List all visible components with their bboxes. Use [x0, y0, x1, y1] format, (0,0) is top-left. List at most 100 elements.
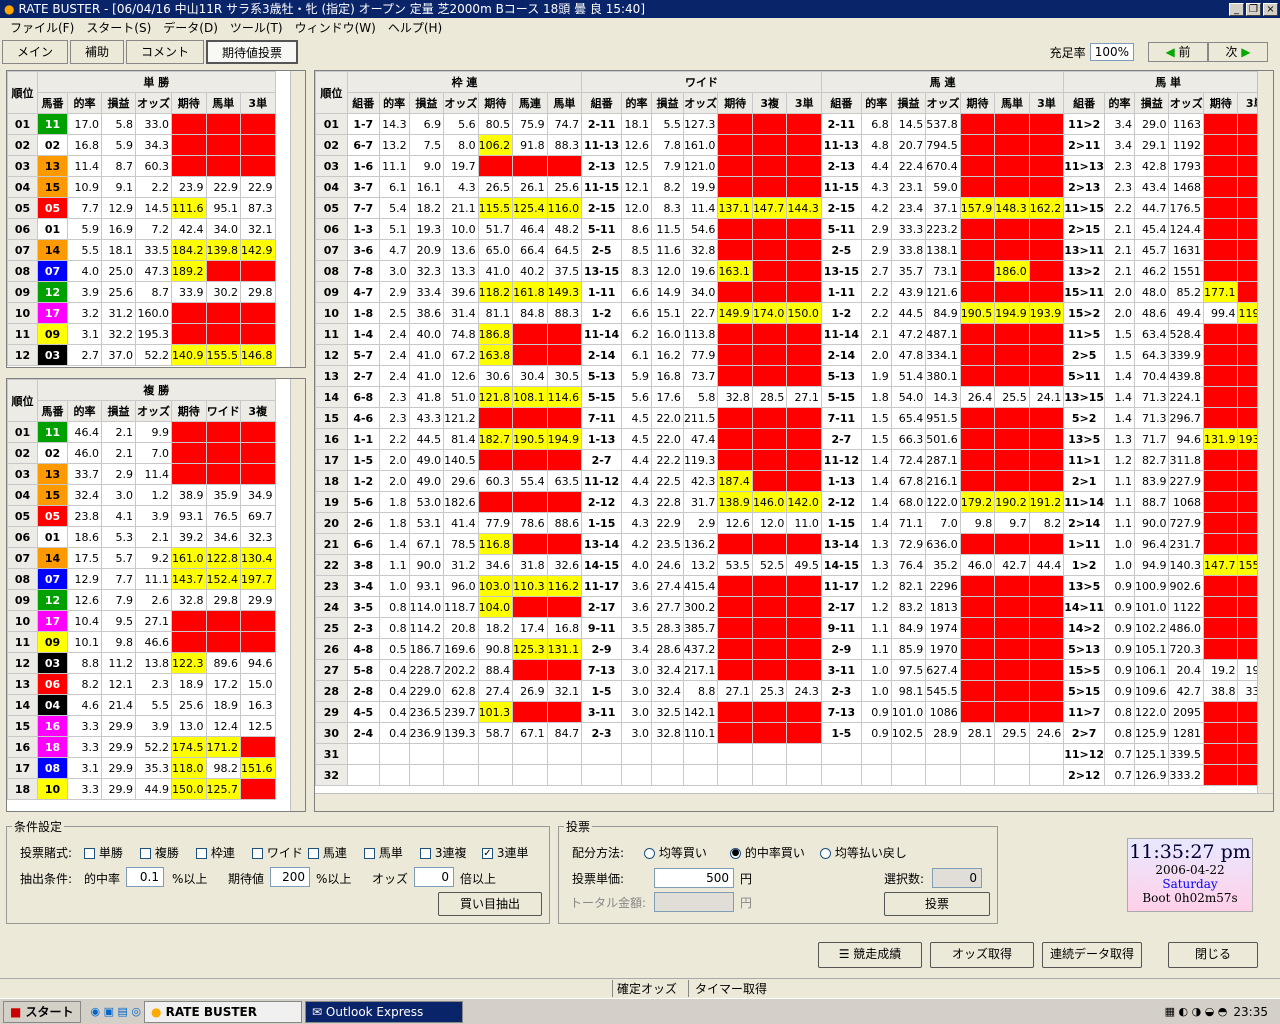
table-row[interactable]: 17 08 3.1 29.9 35.3 118.0 98.2 151.6	[7, 757, 276, 779]
table-row[interactable]: 23 3-4 1.0 93.1 96.0 103.0 110.3 116.2 11-17 3.6 2…	[315, 575, 1273, 597]
table-row[interactable]: 18 1-2 2.0 49.0 29.6 60.3 55.4 63.5 11-12 4.4 22.5…	[315, 470, 1273, 492]
close-button[interactable]: ×	[1263, 2, 1278, 16]
minimize-button[interactable]: _	[1229, 2, 1244, 16]
menu-help[interactable]: ヘルプ(H)	[382, 19, 448, 36]
bet-type-checkbox[interactable]: 3連複	[420, 844, 466, 861]
table-row[interactable]: 20 2-6 1.8 53.1 41.4 77.9 78.6 88.6 1-15 4.3 22.9 2…	[315, 512, 1273, 534]
task-outlook[interactable]: ✉ Outlook Express	[305, 1000, 464, 1023]
table-row[interactable]: 09 12 12.6 7.9 2.6 32.8 29.8 29.9	[7, 589, 276, 611]
table-row[interactable]: 15 16 3.3 29.9 3.9 13.0 12.4 12.5	[7, 715, 276, 737]
table-row[interactable]: 18 10 3.3 29.9 44.9 150.0 125.7 210.7	[7, 778, 276, 800]
grid-scrollbar-v[interactable]	[1257, 71, 1273, 793]
bet-type-checkbox[interactable]: ✓ 3連単	[482, 844, 528, 861]
bet-type-checkbox[interactable]: 枠連	[196, 844, 235, 861]
table-row[interactable]: 13 2-7 2.4 41.0 12.6 30.6 30.4 30.5 5-13 5.9 16.8 7…	[315, 365, 1273, 387]
table-row[interactable]: 12 5-7 2.4 41.0 67.2 163.8 427.5 393.0 2-14 6.1 16…	[315, 344, 1273, 366]
table-row[interactable]: 01 11 17.0 5.8 33.0 561.0 696.1 767.4	[7, 113, 276, 135]
table-row[interactable]: 14 6-8 2.3 41.8 51.0 121.8 108.1 114.6 5-15 5.6 17…	[315, 386, 1273, 408]
table-row[interactable]: 04 3-7 6.1 16.1 4.3 26.5 26.1 25.6 11-15 12.1 8.2 1…	[315, 176, 1273, 198]
table-row[interactable]: 15 4-6 2.3 43.3 121.2 279.3 357.5 390.5 7-11 4.5 2…	[315, 407, 1273, 429]
table-row[interactable]: 08 07 12.9 7.7 11.1 143.7 152.4 197.7	[7, 568, 276, 590]
odds-input[interactable]: 0	[414, 867, 454, 887]
prev-button[interactable]: ◀ 前	[1148, 42, 1208, 62]
table-row[interactable]: 03 13 33.7 2.9 11.4 384.2 359.7 489.6	[7, 463, 276, 485]
table-row[interactable]: 29 4-5 0.4 236.5 239.7 101.3 400.0 521.1 3-11 3.0…	[315, 701, 1273, 723]
table-row[interactable]: 01 1-7 14.3 6.9 5.6 80.5 75.9 74.7 2-11 18.1 5.5 12…	[315, 113, 1273, 135]
table-row[interactable]: 10 17 10.4 9.5 27.1 282.2 249.7 357.1	[7, 610, 276, 632]
table-row[interactable]: 31 11>12 0.7 125.1 339.5 231.1 236.3	[315, 743, 1273, 765]
table-row[interactable]: 25 2-3 0.8 114.2 20.8 18.2 17.4 16.8 9-11 3.5 28.3…	[315, 617, 1273, 639]
quicklaunch-icon[interactable]: ◉ ▣ ▤ ◎	[91, 1005, 141, 1018]
bet-type-checkbox[interactable]: 馬連	[308, 844, 347, 861]
continuous-data-button[interactable]: 連続データ取得	[1042, 942, 1142, 968]
hit-rate-input[interactable]: 0.1	[126, 867, 164, 887]
dist-radio[interactable]: ● 的中率買い	[730, 844, 805, 861]
table-row[interactable]: 02 02 16.8 5.9 34.3 576.2 538.7 527.2	[7, 134, 276, 156]
menu-file[interactable]: ファイル(F)	[4, 19, 80, 36]
table-row[interactable]: 30 2-4 0.4 236.9 139.3 58.7 67.1 84.7 2-3 3.0 32.8…	[315, 722, 1273, 744]
table-row[interactable]: 26 4-8 0.5 186.7 169.6 90.8 125.3 131.1 2-9 3.4 28…	[315, 638, 1273, 660]
table-row[interactable]: 11 1-4 2.4 40.0 74.8 186.8 238.2 266.0 11-14 6.2 1…	[315, 323, 1273, 345]
table-row[interactable]: 24 3-5 0.8 114.0 118.7 104.0 284.9 291.0 2-17 3.6…	[315, 596, 1273, 618]
table-row[interactable]: 16 1-1 2.2 44.5 81.4 182.7 190.5 194.9 1-13 4.5 22…	[315, 428, 1273, 450]
table-row[interactable]: 32 2>12 0.7 126.9 333.2 262.3 241.9	[315, 764, 1273, 786]
table-row[interactable]: 09 4-7 2.9 33.4 39.6 118.2 161.8 149.3 1-11 6.6 14…	[315, 281, 1273, 303]
tab-comment[interactable]: コメント	[126, 40, 205, 64]
table-row[interactable]: 11 09 3.1 32.2 195.3 605.4 1009 1335	[7, 323, 276, 345]
table-row[interactable]: 01 11 46.4 2.1 9.9 459.6 424.2 497.9	[7, 421, 276, 443]
tansho-scrollbar[interactable]	[290, 71, 305, 367]
table-row[interactable]: 04 15 10.9 9.1 2.2 23.9 22.9 22.9	[7, 176, 276, 198]
table-row[interactable]: 02 02 46.0 2.1 7.0 322.1 284.5 311.3	[7, 442, 276, 464]
table-row[interactable]: 06 01 18.6 5.3 2.1 39.2 34.6 32.3	[7, 526, 276, 548]
start-button[interactable]: ■ スタート	[3, 1000, 81, 1023]
table-row[interactable]: 22 3-8 1.1 90.0 31.2 34.6 31.8 32.6 14-15 4.0 24.6…	[315, 554, 1273, 576]
bet-type-checkbox[interactable]: 複勝	[140, 844, 179, 861]
table-row[interactable]: 07 14 5.5 18.1 33.5 184.2 139.8 142.9	[7, 239, 276, 261]
table-row[interactable]: 27 5-8 0.4 228.7 202.2 88.4 373.3 296.1 7-13 3.0 3…	[315, 659, 1273, 681]
table-row[interactable]: 28 2-8 0.4 229.0 62.8 27.4 26.9 32.1 1-5 3.0 32.4 8…	[315, 680, 1273, 702]
dist-radio[interactable]: 均等買い	[644, 844, 707, 861]
table-row[interactable]: 14 04 4.6 21.4 5.5 25.6 18.9 16.3	[7, 694, 276, 716]
tab-sub[interactable]: 補助	[70, 40, 125, 64]
table-row[interactable]: 07 3-6 4.7 20.9 13.6 65.0 66.4 64.5 2-5 8.5 11.6 32…	[315, 239, 1273, 261]
unit-input[interactable]: 500	[654, 868, 734, 888]
table-row[interactable]: 05 05 23.8 4.1 3.9 93.1 76.5 69.7	[7, 505, 276, 527]
menu-window[interactable]: ウィンドウ(W)	[289, 19, 382, 36]
table-row[interactable]: 06 01 5.9 16.9 7.2 42.4 34.0 32.1	[7, 218, 276, 240]
race-result-button[interactable]: ☰ 競走成績	[818, 942, 922, 968]
table-row[interactable]: 05 05 7.7 12.9 14.5 111.6 95.1 87.3	[7, 197, 276, 219]
table-row[interactable]: 16 18 3.3 29.9 52.2 174.5 171.2 266.2	[7, 736, 276, 758]
next-button[interactable]: 次 ▶	[1208, 42, 1268, 62]
close-window-button[interactable]: 閉じる	[1168, 942, 1258, 968]
table-row[interactable]: 10 17 3.2 31.2 160.0 512.0 639.5 720.9	[7, 302, 276, 324]
task-ratebuster[interactable]: ● RATE BUSTER	[144, 1000, 303, 1023]
table-row[interactable]: 12 03 2.7 37.0 52.2 140.9 155.5 146.8	[7, 344, 276, 366]
restore-button[interactable]: ❐	[1246, 2, 1261, 16]
table-row[interactable]: 11 09 10.1 9.8 46.6 472.3 457.9 737.7	[7, 631, 276, 653]
extract-button[interactable]: 買い目抽出	[438, 892, 542, 916]
menu-data[interactable]: データ(D)	[157, 19, 224, 36]
tab-main[interactable]: メイン	[2, 40, 69, 64]
fukusho-scrollbar[interactable]	[290, 379, 305, 811]
tab-expect-vote[interactable]: 期待値投票	[206, 40, 299, 64]
bet-type-checkbox[interactable]: 馬単	[364, 844, 403, 861]
table-row[interactable]: 03 13 11.4 8.7 60.3 687.4 706.2 776.0	[7, 155, 276, 177]
table-row[interactable]: 21 6-6 1.4 67.1 78.5 116.8 201.7 216.5 13-14 4.2 2…	[315, 533, 1273, 555]
grid-scrollbar-h[interactable]	[315, 793, 1273, 811]
dist-radio[interactable]: 均等払い戻し	[820, 844, 907, 861]
table-row[interactable]: 03 1-6 11.1 9.0 19.7 218.4 200.1 206.7 2-13 12.5 7…	[315, 155, 1273, 177]
table-row[interactable]: 04 15 32.4 3.0 1.2 38.9 35.9 34.9	[7, 484, 276, 506]
table-row[interactable]: 19 5-6 1.8 53.0 182.6 344.3 939.7 994.1 2-12 4.3 2…	[315, 491, 1273, 513]
get-odds-button[interactable]: オッズ取得	[930, 942, 1034, 968]
bet-type-checkbox[interactable]: 単勝	[84, 844, 123, 861]
table-row[interactable]: 13 06 8.2 12.1 2.3 18.9 17.2 15.0	[7, 673, 276, 695]
fill-rate-input[interactable]: 100%	[1089, 43, 1134, 61]
menu-start[interactable]: スタート(S)	[80, 19, 157, 36]
table-row[interactable]: 08 7-8 3.0 32.3 13.3 41.0 40.2 37.5 13-15 8.3 12.0…	[315, 260, 1273, 282]
menu-tools[interactable]: ツール(T)	[224, 19, 289, 36]
table-row[interactable]: 06 1-3 5.1 19.3 10.0 51.7 46.4 48.2 5-11 8.6 11.5 5…	[315, 218, 1273, 240]
table-row[interactable]: 07 14 17.5 5.7 9.2 161.0 122.8 130.4	[7, 547, 276, 569]
table-row[interactable]: 12 03 8.8 11.2 13.8 122.3 89.6 94.6	[7, 652, 276, 674]
table-row[interactable]: 02 6-7 13.2 7.5 8.0 106.2 91.8 88.3 11-13 12.6 7.8…	[315, 134, 1273, 156]
table-row[interactable]: 17 1-5 2.0 49.0 140.5 286.6 701.2 722.6 2-7 4.4 22…	[315, 449, 1273, 471]
